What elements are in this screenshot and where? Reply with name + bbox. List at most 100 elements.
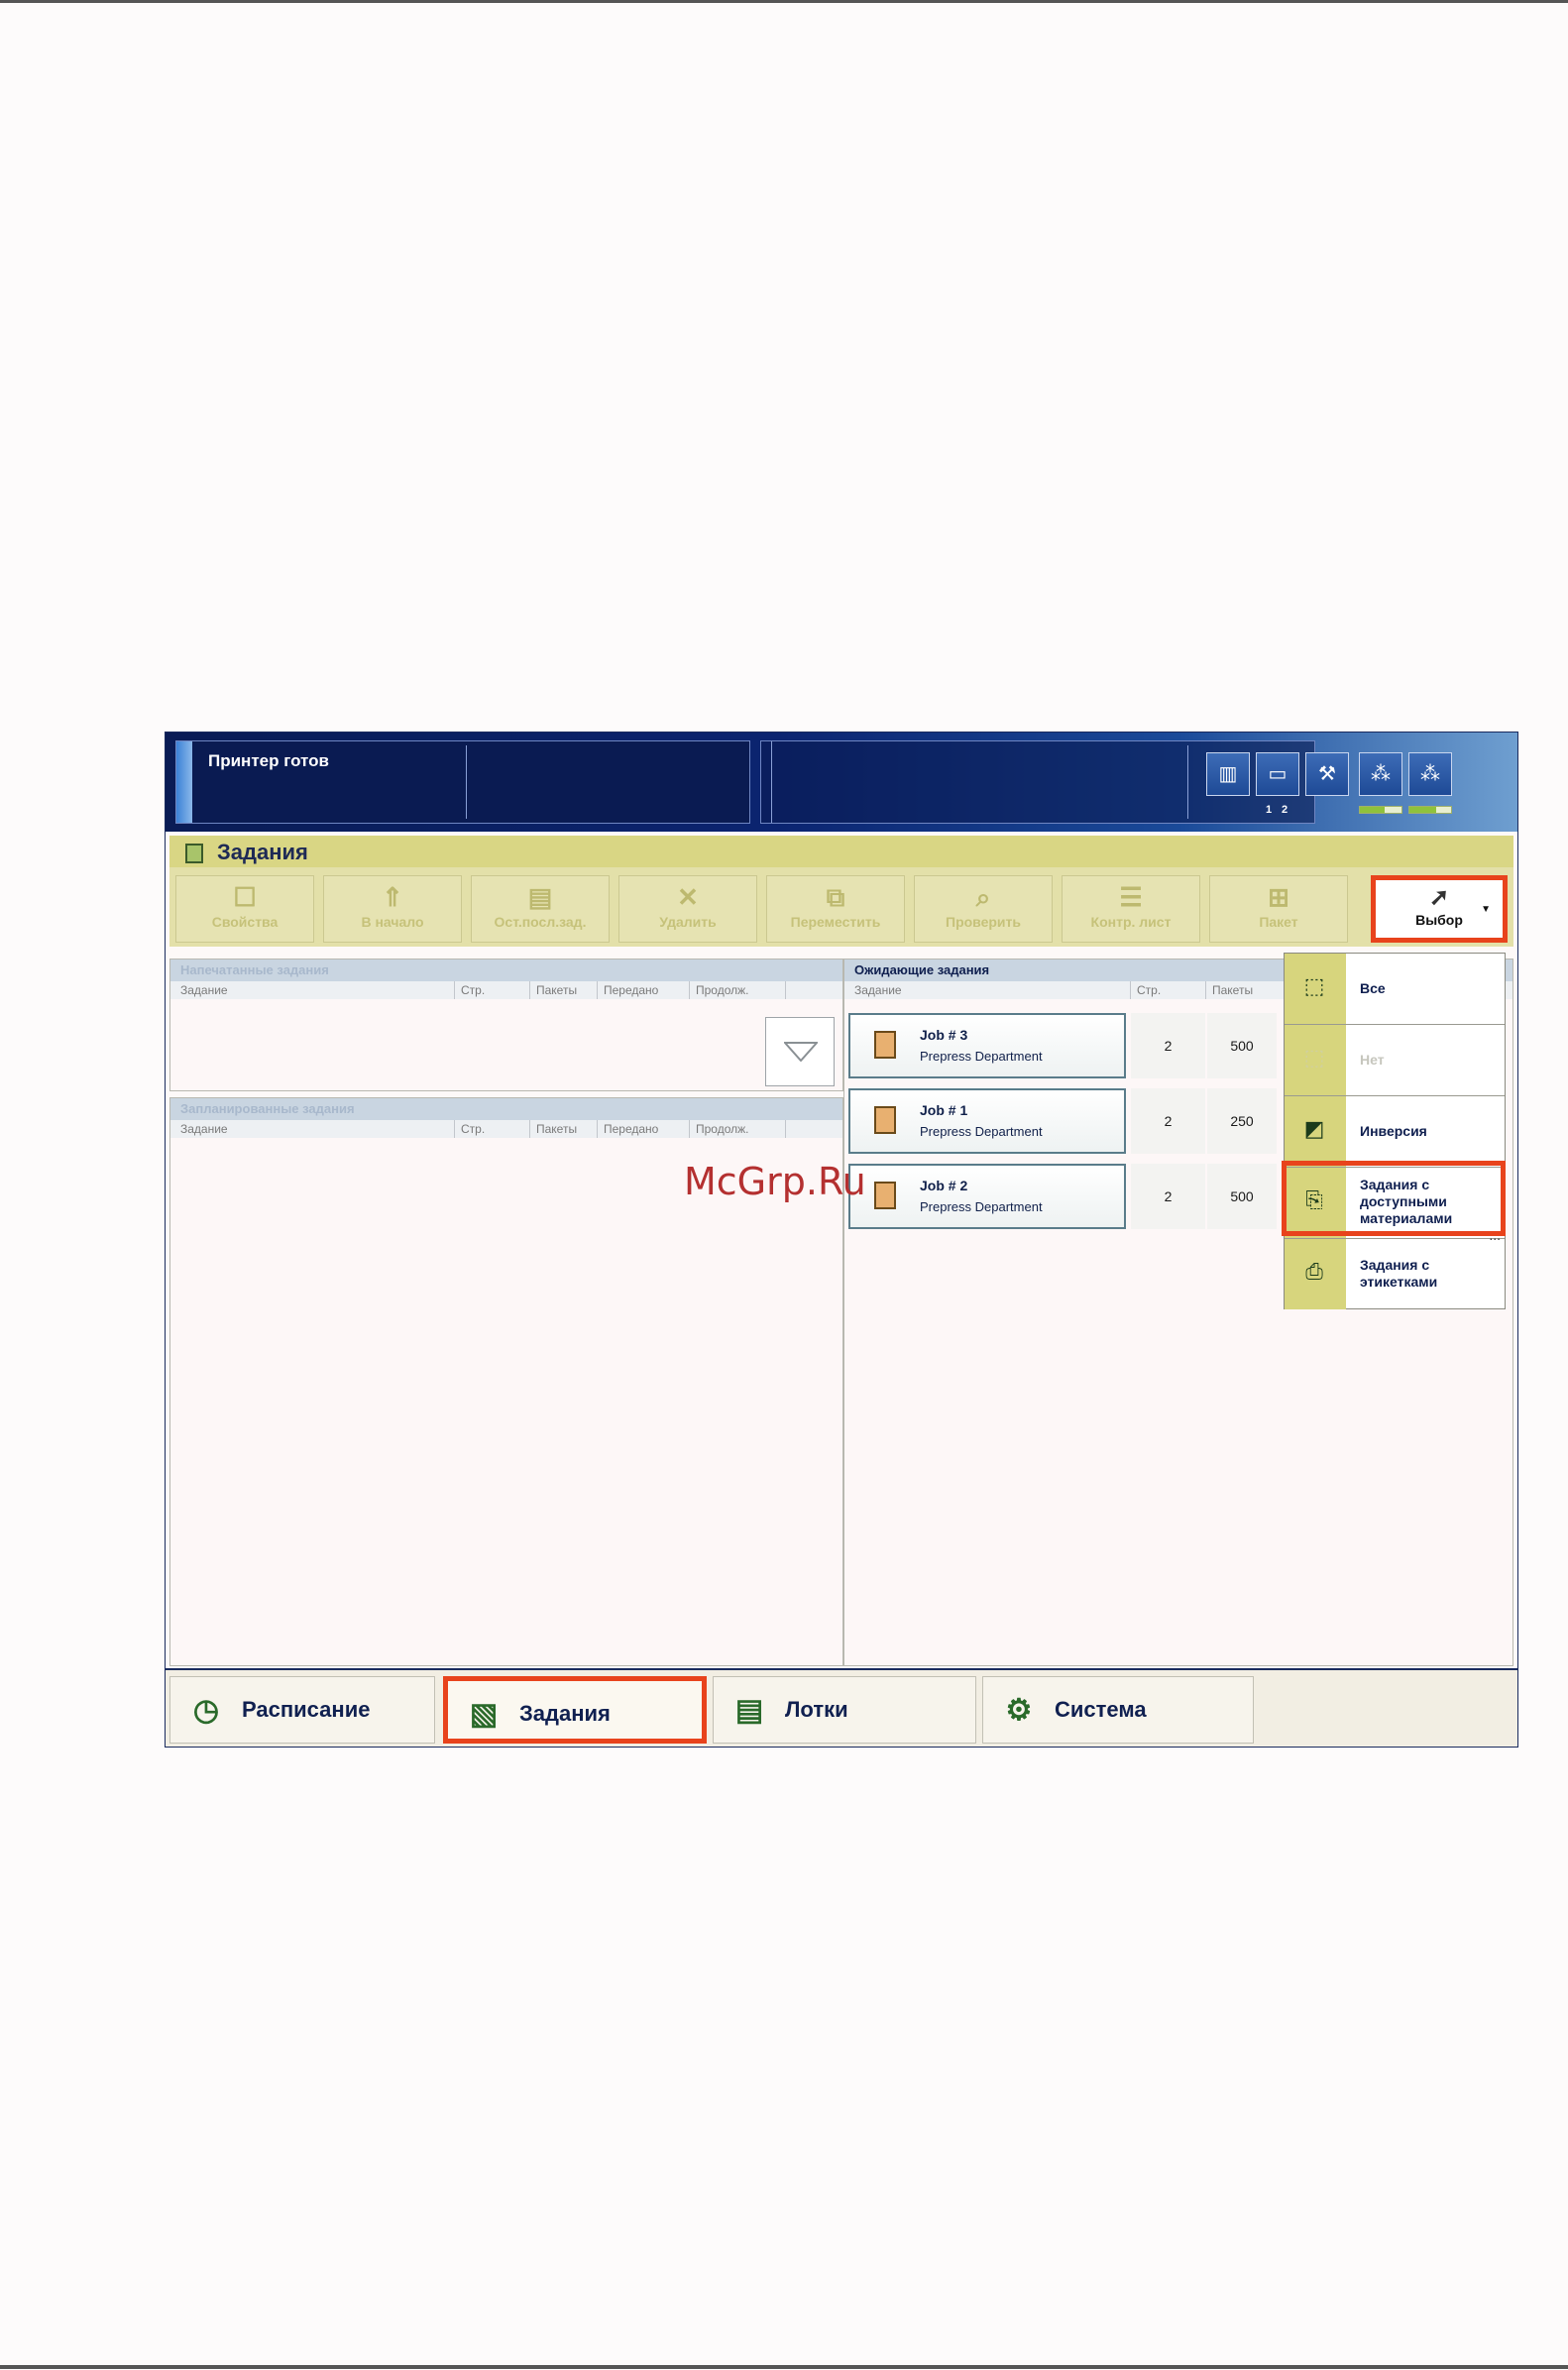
job-pages: 2 — [1131, 1164, 1205, 1229]
job-card[interactable]: Job # 1 Prepress Department — [848, 1088, 1126, 1154]
chevron-down-icon: ▼ — [1481, 904, 1491, 915]
col-packs: Пакеты — [1205, 981, 1253, 999]
menu-item-label: Нет — [1360, 1052, 1385, 1068]
menu-item-label: Инверсия — [1360, 1123, 1427, 1139]
job-name: Job # 2 — [920, 1178, 968, 1193]
status-stripe — [176, 741, 192, 823]
col-pages: Стр. — [454, 981, 485, 999]
toolbar: ☐ Свойства ⇑ В начало ▤ Ост.посл.зад. ✕ … — [169, 867, 1513, 947]
status-divider — [1187, 745, 1188, 819]
triangle-down-icon — [784, 1042, 818, 1062]
to-top-icon: ⇑ — [382, 882, 403, 912]
job-document-icon — [874, 1106, 896, 1134]
watermark-text: McGrp.Ru — [684, 1160, 866, 1203]
job-department: Prepress Department — [920, 1124, 1043, 1139]
col-duration: Продолж. — [689, 981, 748, 999]
col-pages: Стр. — [454, 1120, 485, 1138]
col-sent: Передано — [597, 981, 658, 999]
move-button[interactable]: ⧉ Переместить — [766, 875, 905, 943]
menu-item-label: Задания с этикетками — [1360, 1257, 1438, 1290]
jobs-icon — [185, 844, 203, 863]
status-divider — [466, 745, 467, 819]
jobs-icon: ▧ — [469, 1698, 499, 1731]
col-sent: Передано — [597, 1120, 658, 1138]
page-top-rule — [0, 0, 1568, 3]
status-panel: Принтер готов — [175, 740, 750, 824]
col-packs: Пакеты — [529, 1120, 577, 1138]
select-button[interactable]: ➚ ▼ Выбор — [1371, 875, 1508, 943]
status-divider — [771, 741, 772, 823]
batch-icon: ⊞ — [1268, 882, 1289, 912]
batch-label: Пакет — [1259, 914, 1298, 930]
paper-stack-icon[interactable]: ⁂ — [1408, 752, 1452, 796]
move-icon: ⧉ — [826, 882, 845, 912]
section-title-bar: Задания — [169, 836, 1513, 867]
job-name: Job # 1 — [920, 1102, 968, 1118]
proof-sheet-button[interactable]: ☰ Контр. лист — [1062, 875, 1200, 943]
proof-sheet-label: Контр. лист — [1090, 914, 1172, 930]
select-dropdown-menu: ⬚ Все ⬚ Нет ◩ Инверсия ⎘ Задания с досту… — [1284, 953, 1506, 1309]
tab-trays[interactable]: ▤ Лотки — [713, 1676, 976, 1744]
proof-sheet-icon: ☰ — [1119, 882, 1143, 912]
properties-label: Свойства — [211, 914, 279, 930]
menu-item-labels[interactable]: ⎙ Задания с этикетками ... — [1285, 1227, 1505, 1310]
bottom-navigation: ◷ Расписание ▧ Задания ▤ Лотки ⚙ Система — [166, 1668, 1517, 1747]
stop-after-job-icon: ▤ — [527, 882, 553, 912]
col-job: Задание — [180, 983, 228, 997]
tray-number-1: 1 — [1266, 804, 1273, 816]
menu-item-label: Все — [1360, 980, 1386, 996]
gears-icon: ⚙ — [1005, 1694, 1033, 1727]
move-label: Переместить — [790, 914, 881, 930]
menu-item-invert[interactable]: ◩ Инверсия — [1285, 1096, 1505, 1168]
printed-jobs-panel: Напечатанные задания Задание Стр. Пакеты… — [169, 959, 843, 1091]
printer-control-panel: Принтер готов ▥ ▭ 1 2 ⚒ ⁂ ⁂ Задания ☐ Св… — [165, 732, 1518, 1748]
clock-icon: ◷ — [192, 1694, 220, 1727]
select-none-icon: ⬚ — [1303, 1045, 1325, 1070]
job-pages: 2 — [1131, 1088, 1205, 1154]
highlight-frame — [1282, 1161, 1506, 1236]
to-top-button[interactable]: ⇑ В начало — [323, 875, 462, 943]
menu-item-all[interactable]: ⬚ Все — [1285, 954, 1505, 1025]
scheduled-jobs-title: Запланированные задания — [170, 1098, 842, 1120]
col-job: Задание — [180, 1122, 228, 1136]
output-icon[interactable]: ▥ — [1206, 752, 1250, 796]
wrench-icon[interactable]: ⚒ — [1305, 752, 1349, 796]
job-card[interactable]: Job # 3 Prepress Department — [848, 1013, 1126, 1078]
printed-jobs-title: Напечатанные задания — [170, 959, 842, 981]
job-pages: 2 — [1131, 1013, 1205, 1078]
check-button[interactable]: ⌕ Проверить — [914, 875, 1053, 943]
job-packs: 500 — [1207, 1013, 1277, 1078]
col-packs: Пакеты — [529, 981, 577, 999]
paper-stack-icon[interactable]: ⁂ — [1359, 752, 1402, 796]
tab-system[interactable]: ⚙ Система — [982, 1676, 1254, 1744]
check-icon: ⌕ — [975, 882, 991, 912]
col-pages: Стр. — [1130, 981, 1161, 999]
job-name: Job # 3 — [920, 1027, 968, 1043]
col-end — [785, 1120, 792, 1138]
delete-icon: ✕ — [677, 882, 699, 912]
job-card[interactable]: Job # 2 Prepress Department — [848, 1164, 1126, 1229]
tab-jobs[interactable]: ▧ Задания — [443, 1676, 707, 1744]
col-end — [785, 981, 792, 999]
delete-button[interactable]: ✕ Удалить — [618, 875, 757, 943]
col-duration: Продолж. — [689, 1120, 748, 1138]
tray-number-2: 2 — [1282, 804, 1288, 816]
tab-label: Расписание — [242, 1697, 371, 1722]
tab-schedule[interactable]: ◷ Расписание — [169, 1676, 435, 1744]
stop-after-job-label: Ост.посл.зад. — [494, 914, 587, 930]
expand-button[interactable] — [765, 1017, 835, 1086]
select-label: Выбор — [1415, 912, 1463, 928]
toner-icon[interactable]: ▭ — [1256, 752, 1299, 796]
trays-icon: ▤ — [734, 1694, 764, 1727]
batch-button[interactable]: ⊞ Пакет — [1209, 875, 1348, 943]
tray-level-1 — [1359, 806, 1402, 814]
job-department: Prepress Department — [920, 1199, 1043, 1214]
select-all-icon: ⬚ — [1303, 973, 1325, 998]
page-bottom-rule — [0, 2365, 1568, 2369]
tab-label: Система — [1055, 1697, 1147, 1722]
properties-button[interactable]: ☐ Свойства — [175, 875, 314, 943]
invert-selection-icon: ◩ — [1303, 1116, 1325, 1141]
stop-after-job-button[interactable]: ▤ Ост.посл.зад. — [471, 875, 610, 943]
job-document-icon — [874, 1182, 896, 1209]
tray-level-2 — [1408, 806, 1452, 814]
